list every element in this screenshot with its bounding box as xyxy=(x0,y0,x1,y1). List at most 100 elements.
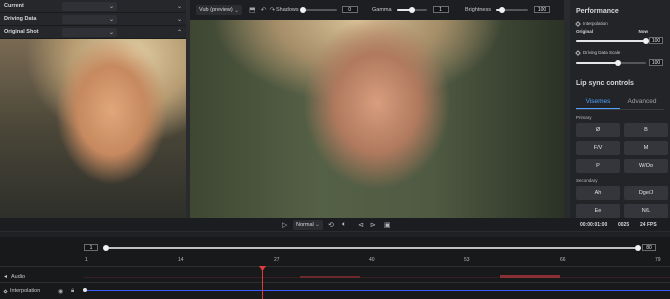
secondary-visemes: Ah Dge/J Ee N/L xyxy=(576,186,668,218)
performance-title: Performance xyxy=(576,8,619,15)
chevron-down-icon: ⌄ xyxy=(108,16,114,23)
keyframe-diamond-icon[interactable] xyxy=(575,49,581,56)
main-viewer-video[interactable] xyxy=(190,20,564,218)
brightness-label: Brightness xyxy=(465,6,491,13)
driving-scale-knob[interactable] xyxy=(615,59,621,66)
shadows-label: Shadows xyxy=(276,6,299,13)
interpolation-row: Interpolation xyxy=(575,20,664,27)
ruler-tick: 53 xyxy=(464,257,470,263)
section-label: Driving Data xyxy=(4,16,37,22)
original-label: Original xyxy=(576,29,594,34)
interpolation-label: Interpolation xyxy=(583,21,608,26)
shadows-slider[interactable] xyxy=(299,6,337,13)
track-label: Interpolation xyxy=(10,288,41,294)
range-end[interactable]: 80 xyxy=(642,244,656,251)
play-icon[interactable]: ▷ xyxy=(282,221,287,229)
speed-select[interactable]: Normal ⌄ xyxy=(293,219,323,230)
keyframe-diamond-icon[interactable] xyxy=(575,20,581,27)
gamma-slider[interactable] xyxy=(396,6,427,13)
section-original-shot[interactable]: Original Shot ⌄ ⌃ xyxy=(0,26,186,39)
chevron-down-icon: ⌄ xyxy=(314,222,320,228)
interpolation-keyframe[interactable] xyxy=(83,288,87,292)
undo-icon[interactable]: ↶ xyxy=(261,6,267,14)
viseme-button-woo[interactable]: W/Oo xyxy=(624,159,668,173)
shadows-value[interactable]: 0 xyxy=(341,6,358,13)
viseme-button-m[interactable]: M xyxy=(624,141,668,155)
viseme-button-ee[interactable]: Ee xyxy=(576,204,620,218)
interpolation-fill xyxy=(576,39,646,42)
lip-sync-title: Lip sync controls xyxy=(576,80,634,87)
loop-icon[interactable]: ⟲ xyxy=(328,221,334,229)
chevron-down-icon: ⌄ xyxy=(108,3,114,10)
keyframe-diamond-icon[interactable] xyxy=(3,288,8,294)
range-start[interactable]: 1 xyxy=(84,244,98,251)
viseme-button-fv[interactable]: F/V xyxy=(576,141,620,155)
audio-waveform-segment xyxy=(300,276,360,278)
viseme-button-p[interactable]: P xyxy=(576,159,620,173)
collapse-chevron-icon[interactable]: ⌃ xyxy=(177,29,182,36)
lip-sync-tabs: Visemes Advanced xyxy=(576,95,664,110)
driving-data-select[interactable]: ⌄ xyxy=(61,14,117,24)
audio-waveform-segment xyxy=(500,275,560,278)
brightness-value[interactable]: 100 xyxy=(534,6,550,13)
driving-scale-label: Driving Data Scale xyxy=(583,50,621,55)
collapse-chevron-icon[interactable]: ⌄ xyxy=(177,3,182,10)
step-back-icon[interactable]: ⊲ xyxy=(358,221,364,229)
primary-visemes: Ø B F/V M P W/Oo xyxy=(576,123,668,173)
interpolation-knob[interactable] xyxy=(643,37,649,44)
audio-waveform xyxy=(84,277,670,278)
lock-icon[interactable]: 🔒︎ xyxy=(71,288,74,295)
view-mode-select[interactable]: Vub (preview) ⌄ xyxy=(196,5,242,15)
range-slider[interactable] xyxy=(103,245,641,251)
track-interpolation[interactable]: Interpolation xyxy=(3,288,41,294)
brightness-slider[interactable] xyxy=(496,6,528,13)
range-end-knob[interactable] xyxy=(635,245,641,251)
timeline: 1 80 1 14 27 40 53 66 79 ◂ Audio Interpo… xyxy=(0,231,670,299)
section-current[interactable]: Current ⌄ ⌄ xyxy=(0,0,186,13)
original-shot-select[interactable]: ⌄ xyxy=(61,27,117,37)
viseme-button-sil[interactable]: Ø xyxy=(576,123,620,137)
viewer-toolbar: Vub (preview) ⌄ ⬒ ↶ ↷ Shadows 0 Gamma 1 … xyxy=(190,0,564,20)
gamma-knob[interactable] xyxy=(408,6,415,13)
mask-icon[interactable]: ⬒ xyxy=(249,6,256,14)
collapse-chevron-icon[interactable]: ⌄ xyxy=(177,16,182,23)
track-divider xyxy=(0,282,670,283)
shadows-knob[interactable] xyxy=(299,6,306,13)
driving-scale-value[interactable]: 100 xyxy=(649,59,663,66)
primary-label: Primary xyxy=(576,115,592,120)
brightness-knob[interactable] xyxy=(499,6,506,13)
ruler-tick: 79 xyxy=(655,257,661,263)
driving-scale-row: Driving Data Scale xyxy=(575,49,664,56)
volume-icon[interactable]: 🔈︎ xyxy=(342,221,346,229)
ruler-tick: 66 xyxy=(560,257,566,263)
ruler-tick: 27 xyxy=(274,257,280,263)
eye-icon[interactable]: ◉ xyxy=(58,288,63,295)
right-panel: Performance Interpolation Original Now 1… xyxy=(570,0,670,218)
view-mode-label: Vub (preview) xyxy=(199,7,233,13)
chevron-left-icon[interactable]: ◂ xyxy=(4,273,7,280)
speed-label: Normal xyxy=(296,221,314,228)
ruler-tick: 40 xyxy=(369,257,375,263)
timeline-header-strip xyxy=(0,232,670,237)
driving-scale-slider[interactable] xyxy=(576,59,646,66)
gamma-value[interactable]: 1 xyxy=(432,6,449,13)
viseme-button-ah[interactable]: Ah xyxy=(576,186,620,200)
camera-icon[interactable]: ▣ xyxy=(384,221,391,229)
tab-advanced[interactable]: Advanced xyxy=(620,95,664,109)
viseme-button-dgej[interactable]: Dge/J xyxy=(624,186,668,200)
step-forward-icon[interactable]: ⊳ xyxy=(370,221,376,229)
gamma-control: Gamma 1 xyxy=(372,6,449,13)
viseme-button-nl[interactable]: N/L xyxy=(624,204,668,218)
interpolation-value[interactable]: 100 xyxy=(649,37,663,44)
chevron-down-icon: ⌄ xyxy=(233,7,239,14)
playhead-handle[interactable] xyxy=(259,266,266,271)
track-audio[interactable]: ◂ Audio xyxy=(4,273,25,281)
viseme-button-b[interactable]: B xyxy=(624,123,668,137)
current-select[interactable]: ⌄ xyxy=(61,1,117,11)
section-driving-data[interactable]: Driving Data ⌄ ⌄ xyxy=(0,13,186,26)
original-shot-video xyxy=(0,39,186,218)
interpolation-slider[interactable] xyxy=(576,37,649,44)
tab-visemes[interactable]: Visemes xyxy=(576,95,620,109)
redo-icon[interactable]: ↷ xyxy=(270,6,276,14)
range-start-knob[interactable] xyxy=(103,245,109,251)
